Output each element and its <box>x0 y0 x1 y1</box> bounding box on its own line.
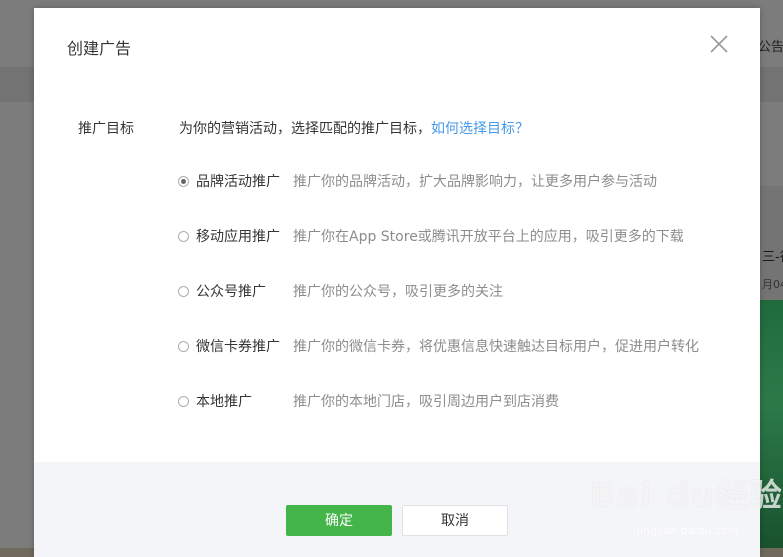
option-description: 推广你的本地门店，吸引周边用户到店消费 <box>293 394 559 410</box>
option-label: 微信卡券推广 <box>196 339 280 355</box>
goal-intro: 为你的营销活动，选择匹配的推广目标，如何选择目标？ <box>179 118 529 138</box>
background-card-image <box>760 300 783 557</box>
option-label: 公众号推广 <box>196 284 266 300</box>
dialog-title: 创建广告 <box>67 39 132 58</box>
option-description: 推广你的品牌活动，扩大品牌影响力，让更多用户参与活动 <box>293 174 657 190</box>
cancel-button[interactable]: 取消 <box>402 505 508 536</box>
watermark-logo: Bai du经验 <box>590 476 783 514</box>
radio-icon[interactable] <box>178 395 189 407</box>
option-wechat-card[interactable]: 微信卡券推广 推广你的微信卡券，将优惠信息快速触达目标用户，促进用户转化 <box>178 335 699 357</box>
how-to-choose-link[interactable]: 如何选择目标？ <box>431 121 529 137</box>
goal-intro-text: 为你的营销活动，选择匹配的推广目标， <box>179 121 431 137</box>
option-mobile-app[interactable]: 移动应用推广 推广你在App Store或腾讯开放平台上的应用，吸引更多的下载 <box>178 225 684 247</box>
radio-icon[interactable] <box>178 175 189 187</box>
radio-icon[interactable] <box>178 230 189 242</box>
watermark-url: jingyan.baidu.com <box>637 524 739 537</box>
option-description: 推广你的公众号，吸引更多的关注 <box>293 284 503 300</box>
option-description: 推广你在App Store或腾讯开放平台上的应用，吸引更多的下载 <box>293 229 684 245</box>
option-official-account[interactable]: 公众号推广 推广你的公众号，吸引更多的关注 <box>178 280 503 302</box>
option-local-store[interactable]: 本地推广 推广你的本地门店，吸引周边用户到店消费 <box>178 390 559 412</box>
radio-icon[interactable] <box>178 285 189 297</box>
background-announcement-text: 公告 <box>758 40 783 55</box>
close-icon <box>710 35 728 53</box>
option-label: 移动应用推广 <box>196 229 280 245</box>
promotion-goal-label: 推广目标 <box>78 121 134 137</box>
option-label: 品牌活动推广 <box>196 174 280 190</box>
radio-icon[interactable] <box>178 340 189 352</box>
background-card-title: 三-行 <box>762 250 783 265</box>
confirm-button[interactable]: 确定 <box>286 505 392 536</box>
option-description: 推广你的微信卡券，将优惠信息快速触达目标用户，促进用户转化 <box>293 339 699 355</box>
option-brand-campaign[interactable]: 品牌活动推广 推广你的品牌活动，扩大品牌影响力，让更多用户参与活动 <box>178 170 657 192</box>
close-button[interactable] <box>708 33 730 55</box>
option-label: 本地推广 <box>196 394 252 410</box>
background-card-date: 月04日 <box>762 278 783 291</box>
